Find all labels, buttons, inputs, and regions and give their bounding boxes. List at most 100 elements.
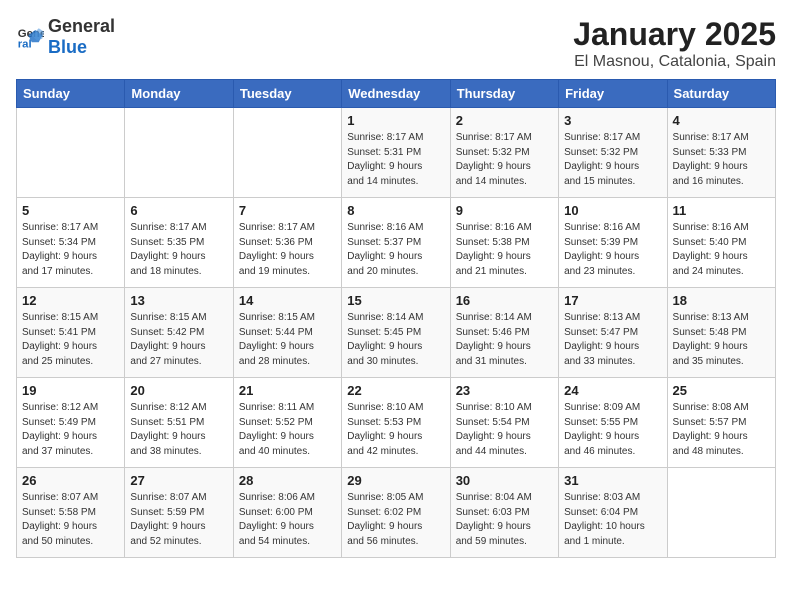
day-number: 4 bbox=[673, 113, 770, 128]
day-cell: 28 Sunrise: 8:06 AM Sunset: 6:00 PM Dayli… bbox=[233, 468, 341, 558]
header-cell-sunday: Sunday bbox=[17, 80, 125, 108]
day-number: 6 bbox=[130, 203, 227, 218]
day-number: 8 bbox=[347, 203, 444, 218]
header-cell-friday: Friday bbox=[559, 80, 667, 108]
day-cell bbox=[17, 108, 125, 198]
header-row: SundayMondayTuesdayWednesdayThursdayFrid… bbox=[17, 80, 776, 108]
day-number: 14 bbox=[239, 293, 336, 308]
logo-text: General Blue bbox=[48, 16, 115, 58]
day-info: Sunrise: 8:15 AM Sunset: 5:44 PM Dayligh… bbox=[239, 311, 336, 369]
day-cell: 26 Sunrise: 8:07 AM Sunset: 5:58 PM Dayli… bbox=[17, 468, 125, 558]
day-cell: 11 Sunrise: 8:16 AM Sunset: 5:40 PM Dayli… bbox=[667, 198, 775, 288]
day-info: Sunrise: 8:17 AM Sunset: 5:36 PM Dayligh… bbox=[239, 221, 336, 279]
day-info: Sunrise: 8:13 AM Sunset: 5:48 PM Dayligh… bbox=[673, 311, 770, 369]
day-info: Sunrise: 8:07 AM Sunset: 5:59 PM Dayligh… bbox=[130, 491, 227, 549]
day-number: 24 bbox=[564, 383, 661, 398]
day-info: Sunrise: 8:16 AM Sunset: 5:40 PM Dayligh… bbox=[673, 221, 770, 279]
day-cell bbox=[667, 468, 775, 558]
day-cell: 23 Sunrise: 8:10 AM Sunset: 5:54 PM Dayli… bbox=[450, 378, 558, 468]
day-cell: 10 Sunrise: 8:16 AM Sunset: 5:39 PM Dayli… bbox=[559, 198, 667, 288]
day-number: 11 bbox=[673, 203, 770, 218]
day-number: 2 bbox=[456, 113, 553, 128]
day-cell: 15 Sunrise: 8:14 AM Sunset: 5:45 PM Dayli… bbox=[342, 288, 450, 378]
day-cell: 25Sunrise: 8:08 AM Sunset: 5:57 PM Dayli… bbox=[667, 378, 775, 468]
day-cell: 31 Sunrise: 8:03 AM Sunset: 6:04 PM Dayli… bbox=[559, 468, 667, 558]
day-number: 26 bbox=[22, 473, 119, 488]
day-cell: 24Sunrise: 8:09 AM Sunset: 5:55 PM Dayli… bbox=[559, 378, 667, 468]
day-info: Sunrise: 8:17 AM Sunset: 5:34 PM Dayligh… bbox=[22, 221, 119, 279]
svg-text:ral: ral bbox=[18, 39, 32, 51]
title-area: January 2025 El Masnou, Catalonia, Spain bbox=[573, 16, 776, 71]
day-number: 18 bbox=[673, 293, 770, 308]
header: Gene ral General Blue January 2025 El Ma… bbox=[16, 16, 776, 71]
day-cell: 5Sunrise: 8:17 AM Sunset: 5:34 PM Daylig… bbox=[17, 198, 125, 288]
day-cell: 14 Sunrise: 8:15 AM Sunset: 5:44 PM Dayli… bbox=[233, 288, 341, 378]
day-cell: 1 Sunrise: 8:17 AM Sunset: 5:31 PM Daylig… bbox=[342, 108, 450, 198]
header-cell-tuesday: Tuesday bbox=[233, 80, 341, 108]
logo-general: General bbox=[48, 16, 115, 36]
day-cell: 21 Sunrise: 8:11 AM Sunset: 5:52 PM Dayli… bbox=[233, 378, 341, 468]
day-info: Sunrise: 8:17 AM Sunset: 5:33 PM Dayligh… bbox=[673, 131, 770, 189]
day-info: Sunrise: 8:16 AM Sunset: 5:37 PM Dayligh… bbox=[347, 221, 444, 279]
day-info: Sunrise: 8:14 AM Sunset: 5:45 PM Dayligh… bbox=[347, 311, 444, 369]
day-cell: 2Sunrise: 8:17 AM Sunset: 5:32 PM Daylig… bbox=[450, 108, 558, 198]
day-number: 25 bbox=[673, 383, 770, 398]
calendar-table: SundayMondayTuesdayWednesdayThursdayFrid… bbox=[16, 79, 776, 558]
day-cell: 18 Sunrise: 8:13 AM Sunset: 5:48 PM Dayli… bbox=[667, 288, 775, 378]
day-number: 29 bbox=[347, 473, 444, 488]
day-info: Sunrise: 8:12 AM Sunset: 5:51 PM Dayligh… bbox=[130, 401, 227, 459]
day-cell: 27 Sunrise: 8:07 AM Sunset: 5:59 PM Dayli… bbox=[125, 468, 233, 558]
week-row-1: 1 Sunrise: 8:17 AM Sunset: 5:31 PM Daylig… bbox=[17, 108, 776, 198]
day-info: Sunrise: 8:07 AM Sunset: 5:58 PM Dayligh… bbox=[22, 491, 119, 549]
day-info: Sunrise: 8:15 AM Sunset: 5:42 PM Dayligh… bbox=[130, 311, 227, 369]
day-info: Sunrise: 8:14 AM Sunset: 5:46 PM Dayligh… bbox=[456, 311, 553, 369]
day-info: Sunrise: 8:16 AM Sunset: 5:39 PM Dayligh… bbox=[564, 221, 661, 279]
day-cell: 3Sunrise: 8:17 AM Sunset: 5:32 PM Daylig… bbox=[559, 108, 667, 198]
day-number: 1 bbox=[347, 113, 444, 128]
day-number: 30 bbox=[456, 473, 553, 488]
day-cell: 8 Sunrise: 8:16 AM Sunset: 5:37 PM Daylig… bbox=[342, 198, 450, 288]
day-info: Sunrise: 8:15 AM Sunset: 5:41 PM Dayligh… bbox=[22, 311, 119, 369]
week-row-3: 12Sunrise: 8:15 AM Sunset: 5:41 PM Dayli… bbox=[17, 288, 776, 378]
logo-blue: Blue bbox=[48, 37, 87, 57]
day-number: 31 bbox=[564, 473, 661, 488]
header-cell-saturday: Saturday bbox=[667, 80, 775, 108]
day-number: 20 bbox=[130, 383, 227, 398]
day-info: Sunrise: 8:04 AM Sunset: 6:03 PM Dayligh… bbox=[456, 491, 553, 549]
day-info: Sunrise: 8:12 AM Sunset: 5:49 PM Dayligh… bbox=[22, 401, 119, 459]
day-info: Sunrise: 8:13 AM Sunset: 5:47 PM Dayligh… bbox=[564, 311, 661, 369]
day-info: Sunrise: 8:03 AM Sunset: 6:04 PM Dayligh… bbox=[564, 491, 661, 549]
week-row-5: 26 Sunrise: 8:07 AM Sunset: 5:58 PM Dayli… bbox=[17, 468, 776, 558]
day-number: 22 bbox=[347, 383, 444, 398]
day-number: 7 bbox=[239, 203, 336, 218]
day-cell: 12Sunrise: 8:15 AM Sunset: 5:41 PM Dayli… bbox=[17, 288, 125, 378]
day-info: Sunrise: 8:17 AM Sunset: 5:31 PM Dayligh… bbox=[347, 131, 444, 189]
day-cell bbox=[233, 108, 341, 198]
day-cell: 16 Sunrise: 8:14 AM Sunset: 5:46 PM Dayli… bbox=[450, 288, 558, 378]
calendar-subtitle: El Masnou, Catalonia, Spain bbox=[573, 53, 776, 71]
day-info: Sunrise: 8:16 AM Sunset: 5:38 PM Dayligh… bbox=[456, 221, 553, 279]
day-number: 15 bbox=[347, 293, 444, 308]
day-cell: 7 Sunrise: 8:17 AM Sunset: 5:36 PM Daylig… bbox=[233, 198, 341, 288]
day-number: 28 bbox=[239, 473, 336, 488]
logo: Gene ral General Blue bbox=[16, 16, 115, 58]
day-cell: 4 Sunrise: 8:17 AM Sunset: 5:33 PM Daylig… bbox=[667, 108, 775, 198]
day-info: Sunrise: 8:11 AM Sunset: 5:52 PM Dayligh… bbox=[239, 401, 336, 459]
day-number: 21 bbox=[239, 383, 336, 398]
week-row-4: 19 Sunrise: 8:12 AM Sunset: 5:49 PM Dayli… bbox=[17, 378, 776, 468]
day-info: Sunrise: 8:17 AM Sunset: 5:32 PM Dayligh… bbox=[564, 131, 661, 189]
day-number: 10 bbox=[564, 203, 661, 218]
day-info: Sunrise: 8:17 AM Sunset: 5:35 PM Dayligh… bbox=[130, 221, 227, 279]
day-cell: 19 Sunrise: 8:12 AM Sunset: 5:49 PM Dayli… bbox=[17, 378, 125, 468]
day-number: 16 bbox=[456, 293, 553, 308]
day-number: 23 bbox=[456, 383, 553, 398]
day-cell bbox=[125, 108, 233, 198]
header-cell-monday: Monday bbox=[125, 80, 233, 108]
day-info: Sunrise: 8:10 AM Sunset: 5:54 PM Dayligh… bbox=[456, 401, 553, 459]
day-cell: 29Sunrise: 8:05 AM Sunset: 6:02 PM Dayli… bbox=[342, 468, 450, 558]
day-number: 9 bbox=[456, 203, 553, 218]
day-number: 27 bbox=[130, 473, 227, 488]
day-number: 19 bbox=[22, 383, 119, 398]
day-cell: 13Sunrise: 8:15 AM Sunset: 5:42 PM Dayli… bbox=[125, 288, 233, 378]
day-info: Sunrise: 8:06 AM Sunset: 6:00 PM Dayligh… bbox=[239, 491, 336, 549]
